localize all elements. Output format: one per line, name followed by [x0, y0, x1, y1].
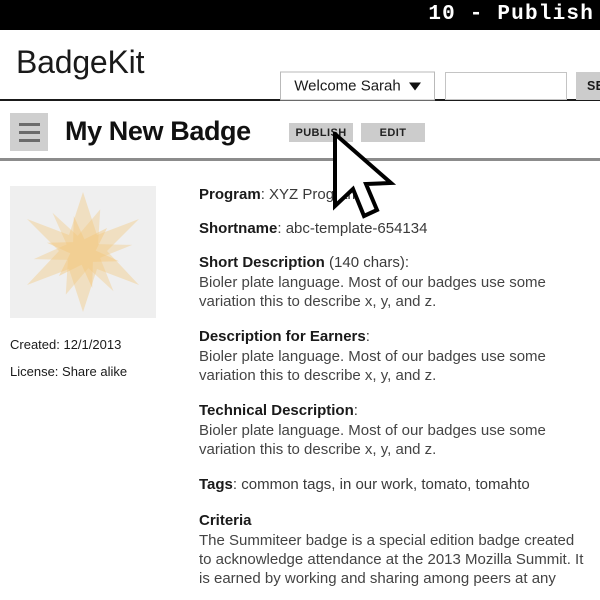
chevron-down-icon [408, 82, 421, 90]
field-technical-description: Technical Description: Bioler plate lang… [199, 400, 600, 459]
window-title-bar: 10 - Publish [0, 0, 600, 30]
field-program-separator: : [260, 186, 270, 203]
field-shortname-value: abc-template-654134 [285, 220, 428, 237]
field-tags: Tags: common tags, in our work, tomato, … [199, 474, 600, 495]
field-description-for-earners-body: Bioler plate language. Most of our badge… [199, 348, 546, 384]
hamburger-bar [18, 122, 40, 126]
field-shortname-separator: : [277, 220, 286, 237]
search-button[interactable]: SEARCH [576, 72, 600, 100]
field-shortname: Shortname: abc-template-654134 [199, 218, 600, 239]
badge-license: License: Share alike [10, 364, 128, 379]
field-description-for-earners-label: Description for Earners [199, 328, 366, 345]
badge-image [10, 186, 156, 318]
field-tags-label: Tags [199, 476, 233, 493]
field-technical-description-extra: : [353, 402, 358, 419]
main-content: Created: 12/1/2013 License: Share alike … [0, 161, 600, 600]
edit-button[interactable]: EDIT [361, 123, 425, 142]
brand-logo[interactable]: BadgeKit [16, 44, 144, 81]
field-shortname-label: Shortname [199, 220, 278, 237]
field-short-description-extra: (140 chars): [324, 254, 410, 271]
site-header: BadgeKit Welcome Sarah SEARCH [0, 30, 600, 101]
hamburger-bar [18, 130, 40, 134]
user-menu-dropdown[interactable]: Welcome Sarah [280, 71, 435, 101]
badge-created-date: Created: 12/1/2013 [10, 337, 122, 352]
field-criteria-label: Criteria [199, 512, 252, 529]
field-short-description: Short Description (140 chars): Bioler pl… [199, 252, 600, 311]
screenshot-viewport: 10 - Publish BadgeKit Welcome Sarah SEAR… [0, 0, 600, 600]
field-description-for-earners: Description for Earners: Bioler plate la… [199, 326, 600, 385]
user-menu-label: Welcome Sarah [294, 77, 401, 95]
field-short-description-body: Bioler plate language. Most of our badge… [199, 274, 546, 310]
publish-button[interactable]: PUBLISH [289, 123, 353, 142]
field-program-value: XYZ Program [269, 186, 360, 203]
field-criteria: Criteria The Summiteer badge is a specia… [199, 510, 600, 588]
hamburger-menu-icon[interactable] [10, 113, 48, 151]
badge-sidebar: Created: 12/1/2013 License: Share alike [10, 186, 156, 379]
field-tags-separator: : [232, 476, 242, 493]
field-program-label: Program [199, 186, 261, 203]
star-badge-graphic [27, 192, 139, 312]
window-title: 10 - Publish [428, 3, 594, 26]
hamburger-bar [18, 138, 40, 142]
field-tags-value: common tags, in our work, tomato, tomaht… [241, 476, 530, 493]
field-technical-description-body: Bioler plate language. Most of our badge… [199, 422, 546, 458]
badge-details: Program: XYZ Program Shortname: abc-temp… [199, 184, 600, 588]
field-short-description-label: Short Description [199, 254, 325, 271]
field-description-for-earners-extra: : [365, 328, 370, 345]
field-technical-description-label: Technical Description [199, 402, 354, 419]
page-title: My New Badge [65, 116, 251, 146]
field-program: Program: XYZ Program [199, 184, 600, 205]
field-criteria-body: The Summiteer badge is a special edition… [199, 532, 584, 587]
search-input[interactable] [445, 72, 567, 100]
